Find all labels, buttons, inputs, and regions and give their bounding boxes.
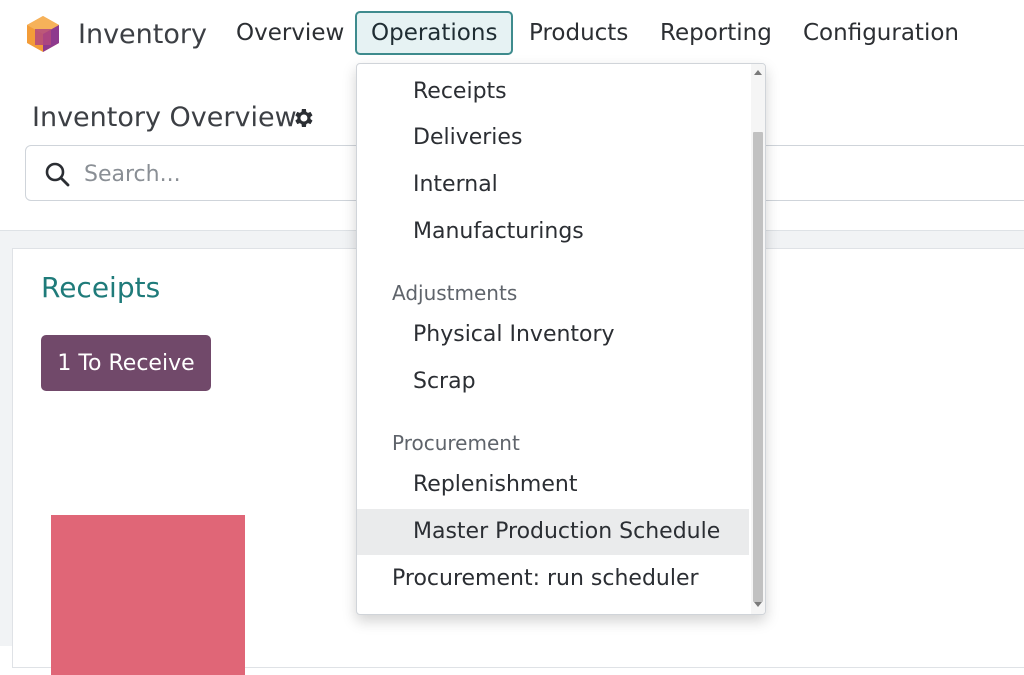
search-icon [45,162,70,187]
search-input[interactable] [82,154,366,194]
dropdown-item-master-production-schedule[interactable]: Master Production Schedule [357,509,749,555]
dropdown-item-internal[interactable]: Internal [357,162,749,208]
inventory-app-icon[interactable] [26,15,60,53]
scroll-up-icon[interactable] [754,70,762,75]
menu-reporting[interactable]: Reporting [646,11,786,55]
dropdown-item-manufacturings[interactable]: Manufacturings [357,209,749,255]
menu-overview[interactable]: Overview [222,11,358,55]
dropdown-item-physical-inventory[interactable]: Physical Inventory [357,312,749,358]
menu-operations[interactable]: Operations [355,11,514,55]
app-name[interactable]: Inventory [78,16,207,54]
graph-bar [51,515,245,675]
page-title: Inventory Overview [32,102,297,133]
scroll-down-icon[interactable] [754,602,762,607]
dropdown-item-scrap[interactable]: Scrap [357,359,749,405]
menu-configuration[interactable]: Configuration [789,11,973,55]
operations-dropdown: Receipts Deliveries Internal Manufacturi… [356,63,766,615]
top-navbar: Inventory Overview Operations Products R… [0,0,1024,68]
dropdown-item-receipts[interactable]: Receipts [357,69,749,115]
card-title[interactable]: Receipts [41,269,160,307]
dropdown-header-adjustments: Adjustments [392,281,518,305]
dropdown-header-procurement: Procurement [392,431,520,455]
menu-products[interactable]: Products [515,11,642,55]
to-receive-button[interactable]: 1 To Receive [41,335,211,391]
dropdown-item-deliveries[interactable]: Deliveries [357,115,749,161]
gear-icon[interactable] [291,106,315,130]
dropdown-item-replenishment[interactable]: Replenishment [357,462,749,508]
dropdown-scrollbar[interactable] [751,64,765,614]
dropdown-item-run-scheduler[interactable]: Procurement: run scheduler [357,556,749,602]
scroll-thumb[interactable] [753,132,763,602]
